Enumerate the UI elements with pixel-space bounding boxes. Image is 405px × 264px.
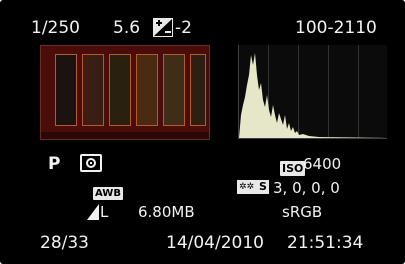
picture-style-values: 3, 0, 0, 0 <box>273 179 340 197</box>
thumbnail-panel <box>109 54 131 126</box>
folder-file-number: 100-2110 <box>295 18 377 38</box>
picture-style-icon: ✲✲ S <box>237 180 269 194</box>
file-size: 6.80MB <box>138 203 195 221</box>
thumbnail-panel <box>136 54 158 126</box>
color-space: sRGB <box>282 203 323 221</box>
shooting-mode: P <box>48 154 61 174</box>
image-quality: L <box>100 203 109 221</box>
iso-icon: ISO <box>280 161 306 176</box>
thumbnail-panel <box>55 54 77 126</box>
evaluative-metering-icon <box>80 154 102 172</box>
brightness-histogram <box>238 45 387 139</box>
image-counter: 28/33 <box>40 233 89 253</box>
white-balance-icon: AWB <box>93 187 123 200</box>
large-fine-quality-icon <box>87 204 99 220</box>
histogram-graph <box>239 53 387 138</box>
thumbnail-panel <box>163 54 185 126</box>
capture-date: 14/04/2010 <box>166 233 264 253</box>
aperture-value: 5.6 <box>113 18 141 38</box>
iso-value: 6400 <box>303 155 342 173</box>
image-thumbnail <box>40 45 210 140</box>
thumbnail-panel <box>82 54 104 126</box>
exposure-compensation-icon <box>153 18 173 37</box>
exposure-compensation-value: -2 <box>175 18 192 38</box>
playback-screen: 1/250 5.6 -2 100-2110 P ISO 6400 AWB ✲✲ … <box>0 0 405 264</box>
thumbnail-panel <box>190 54 206 126</box>
capture-time: 21:51:34 <box>287 233 364 253</box>
shutter-speed: 1/250 <box>31 18 80 38</box>
